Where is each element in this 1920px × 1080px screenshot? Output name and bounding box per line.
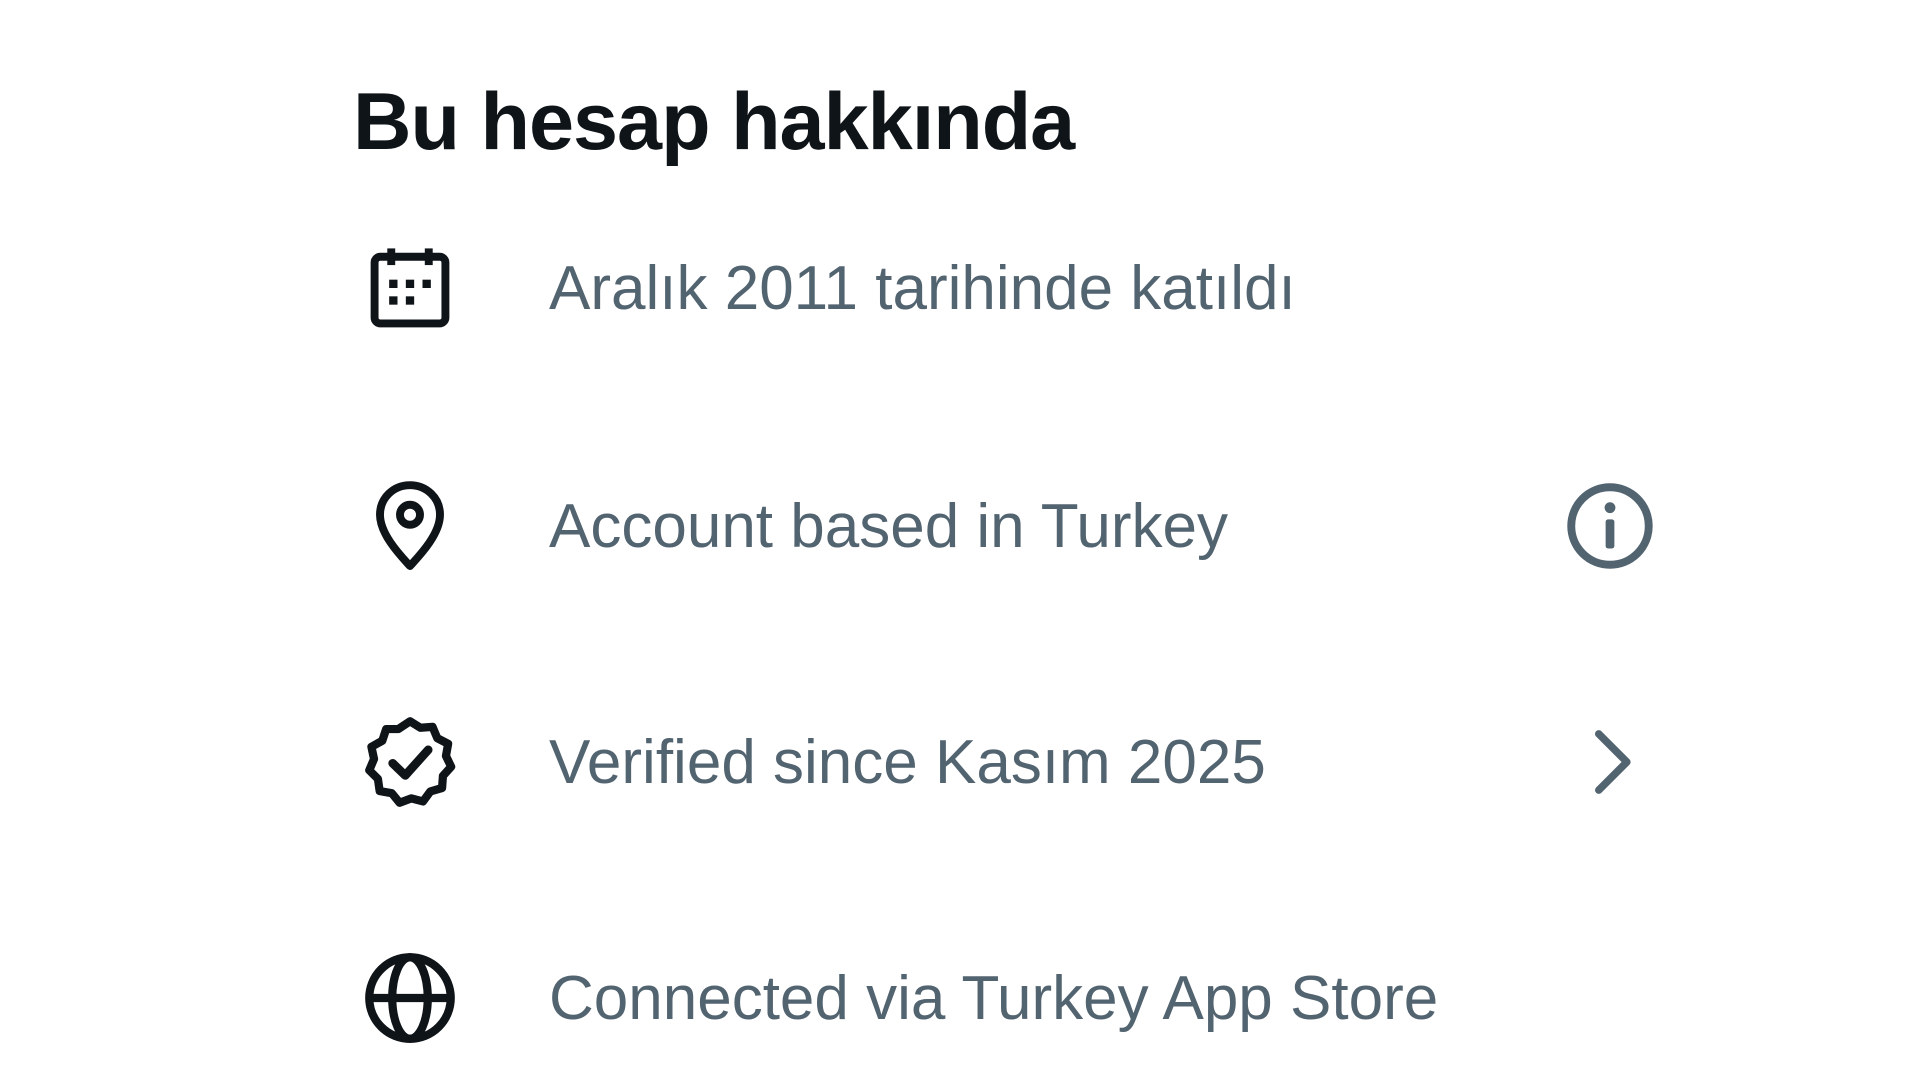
verified-since-row[interactable]: Verified since Kasım 2025 [340, 672, 1680, 852]
about-account-panel: Bu hesap hakkında Aralık 2011 tarihinde … [0, 0, 1920, 1080]
globe-icon [340, 948, 480, 1048]
joined-date-row: Aralık 2011 tarihinde katıldı [340, 198, 1680, 378]
section-title: Bu hesap hakkında [353, 77, 1075, 167]
account-location-row: Account based in Turkey [340, 436, 1680, 616]
verified-since-text: Verified since Kasım 2025 [549, 727, 1266, 797]
location-pin-icon [340, 476, 480, 576]
calendar-icon [340, 238, 480, 338]
account-location-text: Account based in Turkey [549, 491, 1228, 561]
connected-via-row: Connected via Turkey App Store [340, 908, 1680, 1080]
info-icon[interactable] [1540, 476, 1680, 576]
connected-via-text: Connected via Turkey App Store [549, 963, 1439, 1033]
chevron-right-icon[interactable] [1540, 712, 1680, 812]
joined-date-text: Aralık 2011 tarihinde katıldı [549, 253, 1296, 323]
verified-badge-icon [340, 712, 480, 812]
